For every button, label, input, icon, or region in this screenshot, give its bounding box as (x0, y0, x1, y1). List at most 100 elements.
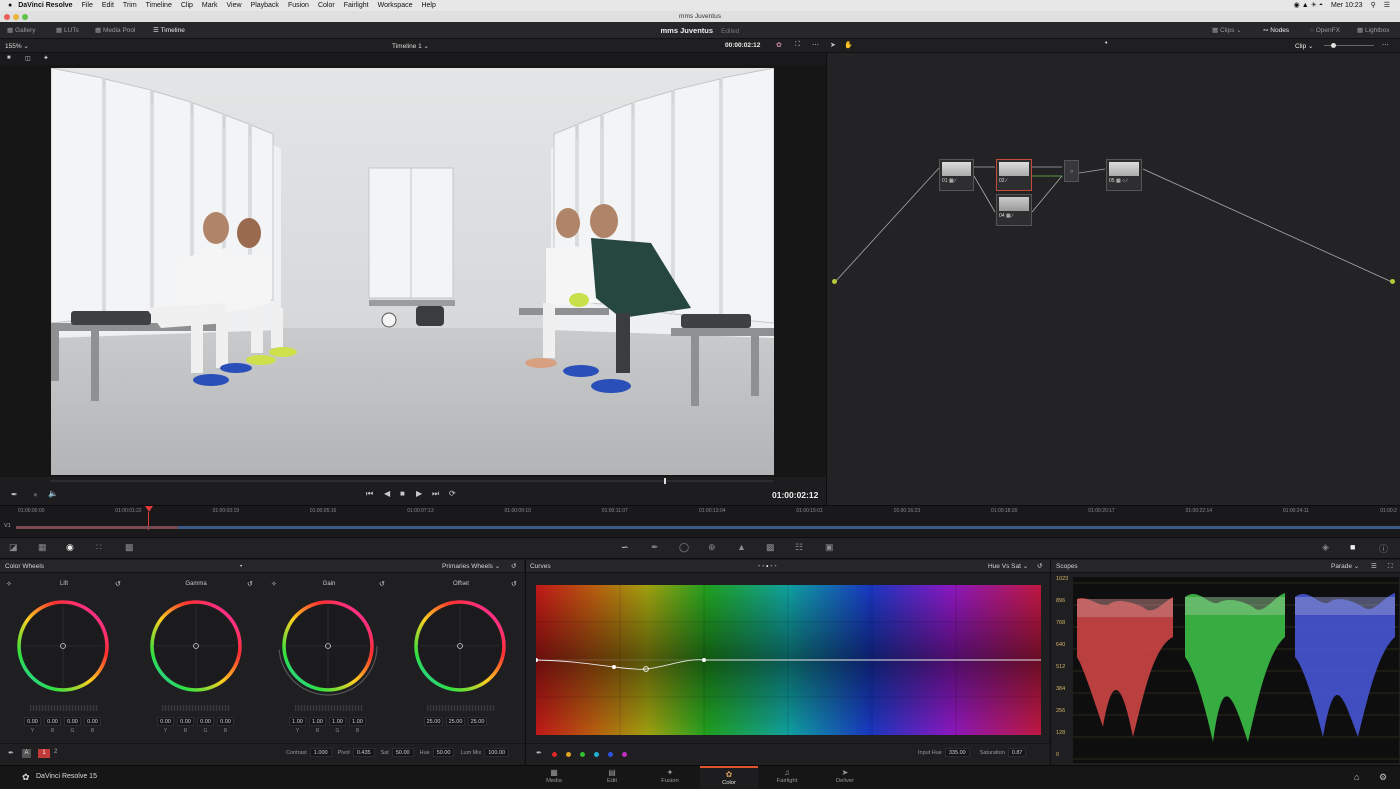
reset-icon[interactable]: ↺ (511, 560, 516, 573)
reset-gamma-icon[interactable]: ↺ (247, 580, 253, 588)
node-zoom-handle[interactable] (1331, 43, 1336, 48)
menu-view[interactable]: View (226, 0, 241, 11)
source-timecode[interactable]: 00:00:02:12 (725, 42, 760, 49)
3d-icon[interactable]: ◈ (1322, 542, 1329, 553)
menu-color[interactable]: Color (318, 0, 335, 11)
timeline-button[interactable]: ☰ Timeline (153, 22, 185, 39)
clip-bar[interactable] (16, 526, 1400, 529)
go-to-start-icon[interactable]: ⏮ (366, 489, 373, 499)
auto-balance-icon[interactable]: ✒ (8, 749, 14, 757)
home-icon[interactable]: ⌂ (1354, 772, 1359, 782)
playhead-marker[interactable] (145, 506, 153, 512)
offset-master-slider[interactable] (427, 705, 495, 711)
menu-app-name[interactable]: DaVinci Resolve (18, 0, 72, 11)
node-02[interactable]: 02 ∕ (996, 159, 1032, 191)
lum-mix-field[interactable]: 100.00 (484, 748, 510, 757)
lift-master-slider[interactable] (30, 705, 98, 711)
menu-fairlight[interactable]: Fairlight (344, 0, 369, 11)
color-picker-icon[interactable]: ✿ (776, 41, 782, 49)
wheels-mode-dropdown[interactable]: Primaries Wheels ⌄ (442, 560, 500, 573)
info-icon[interactable]: ⓘ (1379, 542, 1388, 555)
split-view-icon[interactable]: ◫ (25, 55, 31, 62)
more-options-icon[interactable]: ⋯ (812, 41, 819, 49)
qualifier-icon[interactable]: ✒ (651, 542, 659, 553)
picker-icon[interactable]: ✧ (271, 580, 277, 588)
gallery-button[interactable]: ▦ Gallery (7, 22, 36, 39)
menu-playback[interactable]: Playback (251, 0, 279, 11)
node-01[interactable]: 01 ▦ ∕ (939, 159, 974, 191)
menu-workspace[interactable]: Workspace (378, 0, 413, 11)
openfx-button[interactable]: ○ OpenFX (1310, 22, 1340, 39)
menu-trim[interactable]: Trim (123, 0, 137, 11)
menu-mark[interactable]: Mark (202, 0, 218, 11)
loop-icon[interactable]: ⟳ (449, 489, 456, 498)
scope-mode-dropdown[interactable]: Parade ⌄ (1331, 560, 1359, 573)
motion-effects-icon[interactable]: ▩ (125, 542, 134, 553)
zoom-dropdown[interactable]: 155% ⌄ (5, 42, 29, 50)
mixer-node[interactable]: ○ (1064, 160, 1079, 182)
menubar-clock[interactable]: Mer 10:23 (1331, 0, 1363, 11)
play-reverse-icon[interactable]: ◀ (384, 489, 390, 498)
status-icons[interactable]: ◉ ▲ ☀ ◓ (1294, 0, 1323, 11)
lift-values[interactable]: 0.00 0.00 0.00 0.00 (24, 717, 101, 726)
lightbox-button[interactable]: ▦ Lightbox (1357, 22, 1390, 39)
reset-icon[interactable]: ↺ (1037, 560, 1042, 573)
sizing-icon[interactable]: ▣ (825, 542, 834, 553)
pivot-field[interactable]: 0.435 (352, 748, 375, 757)
gamma-values[interactable]: 0.00 0.00 0.00 0.00 (157, 717, 234, 726)
offset-values[interactable]: 25.00 25.00 25.00 (424, 717, 487, 726)
eyedropper-icon[interactable]: ✒ (536, 749, 542, 757)
search-icon[interactable]: ⚲ (1371, 0, 1376, 11)
luts-button[interactable]: ▦ LUTs (56, 22, 79, 39)
more-options-icon[interactable]: ⋯ (1382, 41, 1389, 49)
lift-wheel[interactable] (17, 600, 109, 692)
scope-settings-icon[interactable]: ☰ (1371, 560, 1377, 573)
magenta-swatch[interactable] (622, 752, 627, 757)
video-frame[interactable] (51, 68, 774, 475)
scopes-icon[interactable]: ■ (1350, 542, 1355, 552)
list-icon[interactable]: ☰ (1384, 0, 1390, 11)
scope-expand-icon[interactable]: ⛶ (1388, 560, 1393, 573)
curves-mode-dropdown[interactable]: Hue Vs Sat ⌄ (988, 560, 1028, 573)
close-window-button[interactable] (4, 14, 10, 20)
page-2-button[interactable]: 2 (54, 749, 57, 755)
page-1-button[interactable]: 1 (38, 749, 50, 758)
curves-icon[interactable]: ∽ (621, 542, 629, 553)
blur-icon[interactable]: ▩ (766, 542, 775, 553)
menu-timeline[interactable]: Timeline (146, 0, 172, 11)
fullscreen-icon[interactable]: ⛶ (795, 41, 800, 49)
gain-wheel[interactable] (278, 596, 378, 696)
hue-field[interactable]: 50.00 (432, 748, 455, 757)
node-editor[interactable]: 01 ▦ ∕ 02 ∕ 04 ▦ ∕ ○ 05 ▦ ○ ∕ (826, 39, 1400, 505)
zoom-window-button[interactable] (22, 14, 28, 20)
hue-vs-sat-graph[interactable] (536, 585, 1041, 735)
apple-icon[interactable]: ● (8, 0, 12, 11)
scrub-playhead[interactable] (664, 478, 666, 484)
reset-offset-icon[interactable]: ↺ (511, 580, 517, 588)
menu-clip[interactable]: Clip (181, 0, 193, 11)
mini-timeline[interactable]: 01:00:00:00 01:00:01:22 01:00:03:19 01:00:0… (0, 505, 1400, 536)
key-icon[interactable]: ☷ (795, 542, 803, 553)
saturation-field[interactable]: 0.87 (1007, 748, 1027, 757)
menu-file[interactable]: File (82, 0, 93, 11)
menu-fusion[interactable]: Fusion (288, 0, 309, 11)
pointer-tool-icon[interactable]: ➤ (830, 41, 836, 49)
gamma-wheel[interactable] (150, 600, 242, 692)
settings-icon[interactable]: ⚙ (1379, 772, 1387, 783)
picker-icon[interactable]: ✧ (6, 580, 12, 588)
output-dot[interactable] (1390, 279, 1395, 284)
page-edit[interactable]: ▤ Edit (583, 766, 641, 789)
yellow-swatch[interactable] (566, 752, 571, 757)
record-icon[interactable]: ● (33, 490, 38, 499)
transform-icon[interactable]: ✦ (43, 54, 49, 62)
color-wheels-icon[interactable]: ◉ (66, 542, 74, 553)
minimize-window-button[interactable] (13, 14, 19, 20)
sat-field[interactable]: 50.00 (391, 748, 414, 757)
magic-mask-icon[interactable]: ▲ (737, 542, 746, 552)
reset-lift-icon[interactable]: ↺ (115, 580, 121, 588)
gain-values[interactable]: 1.00 1.00 1.00 1.00 (289, 717, 366, 726)
menu-help[interactable]: Help (421, 0, 435, 11)
single-view-icon[interactable]: ■ (7, 55, 11, 61)
offset-wheel[interactable] (414, 600, 506, 692)
contrast-field[interactable]: 1.000 (309, 748, 332, 757)
